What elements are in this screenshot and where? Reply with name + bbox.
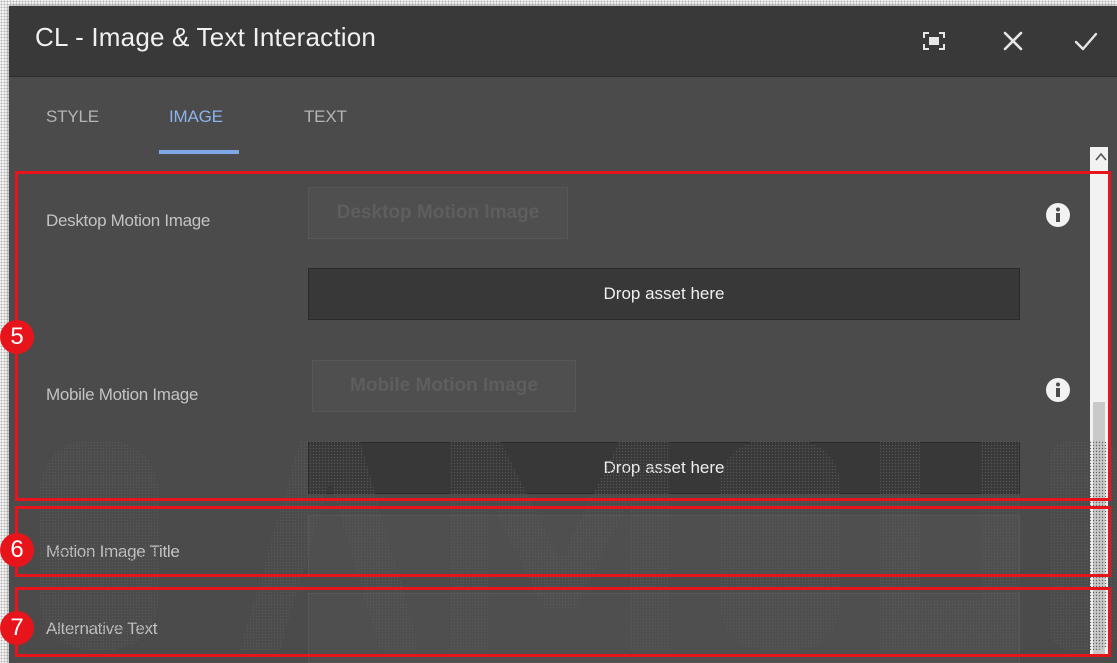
tab-style[interactable]: STYLE <box>46 107 99 127</box>
motion-image-title-input[interactable] <box>308 515 1020 577</box>
annotation-badge-6: 6 <box>0 533 34 567</box>
alternative-text-label: Alternative Text <box>46 619 158 638</box>
mobile-motion-image-dropzone[interactable]: Drop asset here <box>308 442 1020 494</box>
active-tab-indicator <box>159 150 239 154</box>
desktop-motion-image-label: Desktop Motion Image <box>46 211 211 230</box>
dialog-title: CL - Image & Text Interaction <box>35 22 377 52</box>
scrollbar-thumb[interactable] <box>1093 402 1105 657</box>
tab-image[interactable]: IMAGE <box>169 107 223 127</box>
scroll-up-icon[interactable] <box>1095 152 1107 162</box>
done-button[interactable] <box>1069 24 1103 58</box>
edit-dialog: CL - Image & Text Interaction STYLE IMAG… <box>9 6 1117 663</box>
info-icon[interactable] <box>1045 202 1071 228</box>
close-icon <box>1003 31 1023 51</box>
info-icon[interactable] <box>1045 377 1071 403</box>
tab-bar: STYLE IMAGE TEXT <box>9 77 1117 159</box>
annotation-badge-5: 5 <box>0 320 34 354</box>
annotation-badge-7: 7 <box>0 611 34 645</box>
desktop-motion-image-button[interactable]: Desktop Motion Image <box>308 187 568 239</box>
close-button[interactable] <box>996 24 1030 58</box>
checkmark-icon <box>1074 32 1098 51</box>
motion-image-title-label: Motion Image Title <box>46 542 180 561</box>
dialog-header: CL - Image & Text Interaction <box>9 6 1117 77</box>
alternative-text-input[interactable] <box>308 593 1020 663</box>
desktop-motion-image-dropzone[interactable]: Drop asset here <box>308 268 1020 320</box>
mobile-motion-image-button[interactable]: Mobile Motion Image <box>312 360 576 412</box>
fullscreen-icon <box>923 32 945 50</box>
mobile-motion-image-label: Mobile Motion Image <box>46 385 199 404</box>
fullscreen-button[interactable] <box>917 24 951 58</box>
tab-text[interactable]: TEXT <box>304 107 347 127</box>
tab-panel-image: Desktop Motion Image Desktop Motion Imag… <box>9 159 1117 663</box>
